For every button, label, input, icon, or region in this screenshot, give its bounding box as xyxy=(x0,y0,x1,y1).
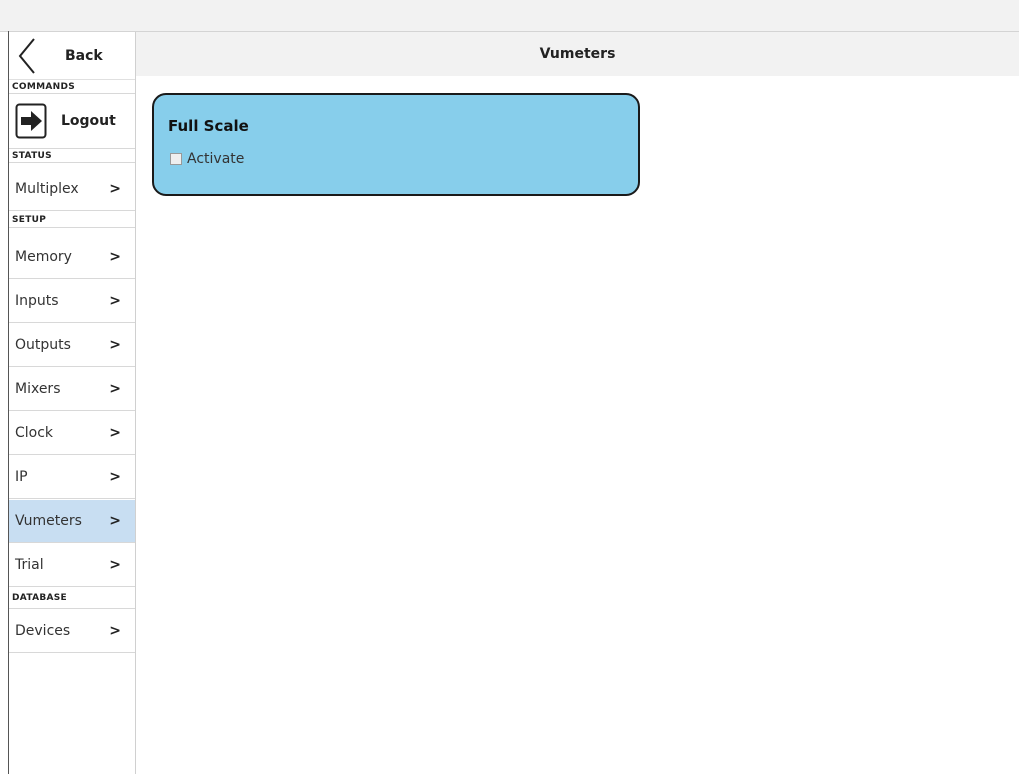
sidebar-item-clock[interactable]: Clock > xyxy=(9,412,135,455)
chevron-right-icon: > xyxy=(109,181,121,197)
sidebar-item-memory[interactable]: Memory > xyxy=(9,236,135,279)
section-setup: SETUP xyxy=(9,212,135,228)
window-top-bar xyxy=(0,0,1019,32)
back-button[interactable]: Back xyxy=(9,32,135,80)
page-title-bar: Vumeters xyxy=(136,32,1019,76)
sidebar-item-multiplex[interactable]: Multiplex > xyxy=(9,168,135,211)
chevron-right-icon: > xyxy=(109,249,121,265)
sidebar-item-outputs[interactable]: Outputs > xyxy=(9,324,135,367)
page-title: Vumeters xyxy=(539,46,616,62)
sidebar-item-label: Outputs xyxy=(15,337,71,353)
panel-title: Full Scale xyxy=(168,117,249,135)
sidebar-item-label: Inputs xyxy=(15,293,59,309)
chevron-right-icon: > xyxy=(109,557,121,573)
sidebar-item-label: Trial xyxy=(15,557,44,573)
chevron-right-icon: > xyxy=(109,623,121,639)
activate-checkbox[interactable] xyxy=(170,153,182,165)
sidebar-item-mixers[interactable]: Mixers > xyxy=(9,368,135,411)
sidebar-item-label: Devices xyxy=(15,623,71,639)
sidebar-item-label: Memory xyxy=(15,249,72,265)
sidebar: Back COMMANDS Logout STATUS Multiplex > … xyxy=(9,32,136,774)
sidebar-item-vumeters[interactable]: Vumeters > xyxy=(9,500,135,543)
back-label: Back xyxy=(65,47,103,64)
chevron-right-icon: > xyxy=(109,513,121,529)
logout-button[interactable]: Logout xyxy=(9,94,135,149)
chevron-left-icon xyxy=(9,33,45,79)
chevron-right-icon: > xyxy=(109,469,121,485)
activate-checkbox-label[interactable]: Activate xyxy=(187,151,244,167)
chevron-right-icon: > xyxy=(109,425,121,441)
chevron-right-icon: > xyxy=(109,293,121,309)
chevron-right-icon: > xyxy=(109,337,121,353)
sidebar-item-label: IP xyxy=(15,469,28,485)
section-database: DATABASE xyxy=(9,588,135,609)
sidebar-item-label: Mixers xyxy=(15,381,61,397)
chevron-right-icon: > xyxy=(109,381,121,397)
activate-checkbox-row[interactable]: Activate xyxy=(170,151,244,167)
sidebar-item-label: Clock xyxy=(15,425,54,441)
sidebar-item-label: Multiplex xyxy=(15,181,79,197)
full-scale-panel: Full Scale Activate xyxy=(152,93,640,196)
sidebar-item-devices[interactable]: Devices > xyxy=(9,610,135,653)
sidebar-item-trial[interactable]: Trial > xyxy=(9,544,135,587)
sidebar-item-ip[interactable]: IP > xyxy=(9,456,135,499)
logout-arrow-icon xyxy=(15,103,47,139)
section-status: STATUS xyxy=(9,149,135,163)
sidebar-item-label: Vumeters xyxy=(15,513,82,529)
logout-label: Logout xyxy=(61,113,116,129)
sidebar-item-inputs[interactable]: Inputs > xyxy=(9,280,135,323)
section-commands: COMMANDS xyxy=(9,80,135,94)
